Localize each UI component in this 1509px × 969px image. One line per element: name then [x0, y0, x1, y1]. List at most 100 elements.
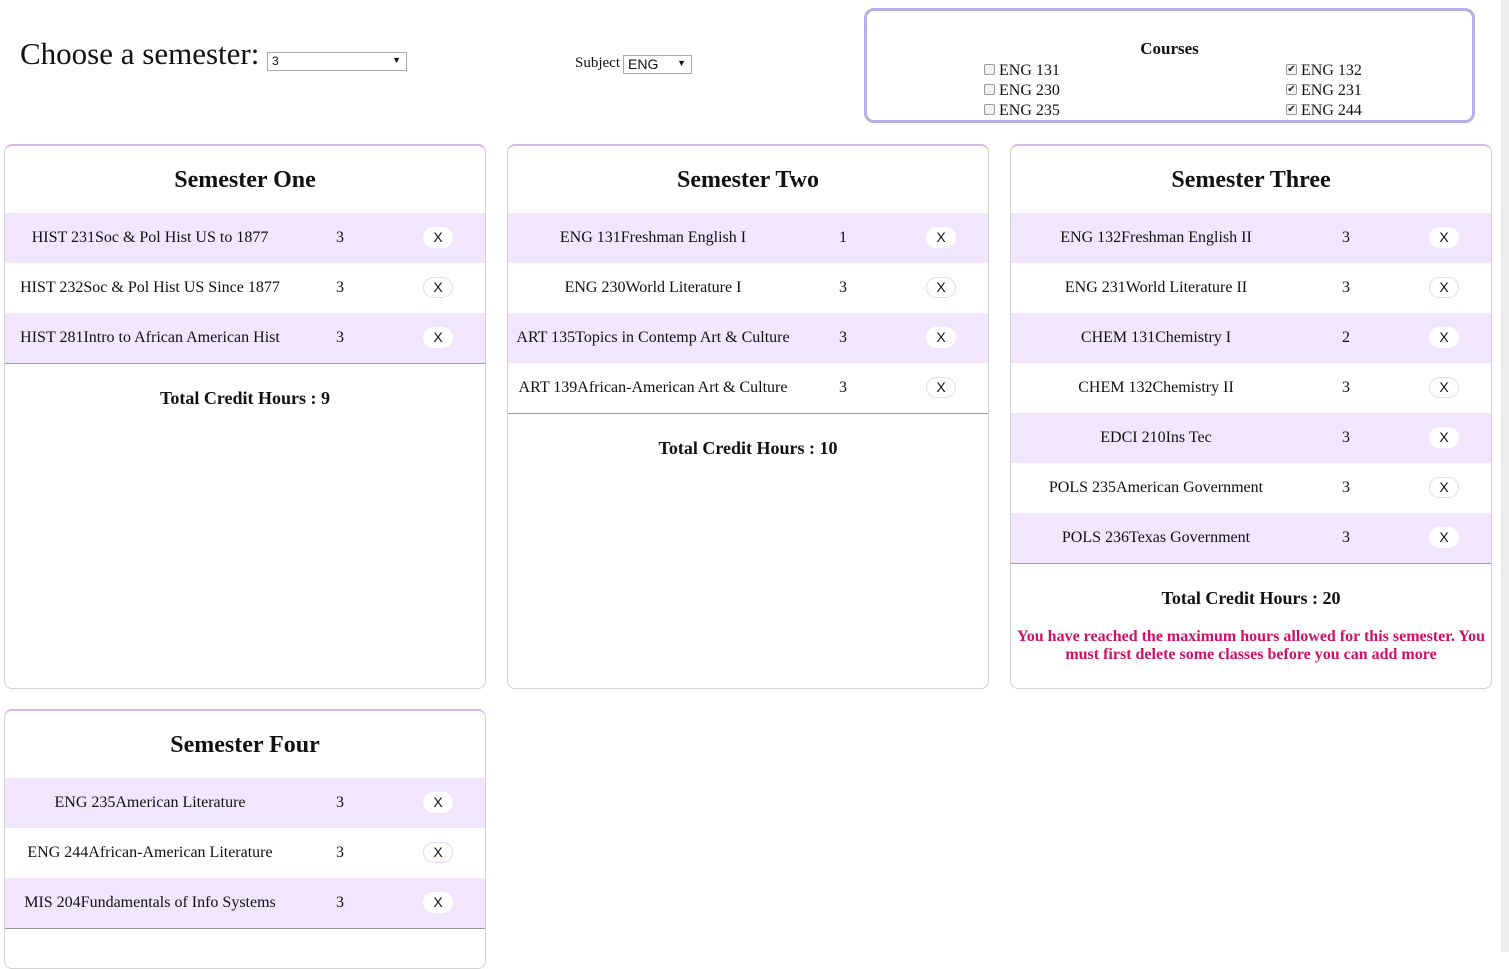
course-credits: 3 [336, 844, 344, 861]
remove-course-button[interactable]: X [1429, 277, 1459, 298]
course-name: ENG 235American Literature [54, 794, 246, 811]
course-credits: 3 [1342, 229, 1350, 246]
course-credits: 3 [1342, 429, 1350, 446]
course-checkbox-eng-230[interactable]: ENG 230 [984, 81, 1060, 101]
course-row: ENG 235American Literature 3 X [5, 778, 485, 828]
course-row: HIST 281Intro to African American Hist 3… [5, 313, 485, 363]
course-name: HIST 231Soc & Pol Hist US to 1877 [31, 229, 269, 246]
course-credits: 3 [839, 379, 847, 396]
course-credits: 3 [336, 329, 344, 346]
course-name: ENG 230World Literature I [564, 279, 742, 296]
course-name: HIST 232Soc & Pol Hist US Since 1877 [20, 279, 280, 296]
course-checkbox-label: ENG 131 [999, 62, 1060, 79]
remove-course-button[interactable]: X [1429, 327, 1459, 348]
semester-title: Semester One [174, 167, 316, 193]
semester-card-two: Semester Two ENG 131Freshman English I 1… [507, 144, 989, 689]
course-name: POLS 236Texas Government [1061, 529, 1251, 546]
checkbox[interactable] [984, 83, 995, 95]
course-credits: 3 [1342, 479, 1350, 496]
remove-course-button[interactable]: X [1429, 477, 1459, 498]
semester-card-four: Semester Four ENG 235American Literature… [4, 709, 486, 969]
total-credit-hours: Total Credit Hours : 9 [159, 388, 330, 408]
remove-course-button[interactable]: X [926, 377, 956, 398]
semester-select[interactable]: 3 ▼ [267, 52, 407, 71]
divider [5, 928, 485, 929]
remove-course-button[interactable]: X [926, 327, 956, 348]
course-name: CHEM 132Chemistry II [1078, 379, 1234, 396]
course-row: EDCI 210Ins Tec 3 X [1011, 413, 1491, 463]
course-credits: 3 [336, 894, 344, 911]
page-title: Choose a semester: [20, 36, 260, 71]
course-row: HIST 232Soc & Pol Hist US Since 1877 3 X [5, 263, 485, 313]
remove-course-button[interactable]: X [1429, 377, 1459, 398]
remove-course-button[interactable]: X [423, 892, 453, 913]
remove-course-button[interactable]: X [423, 792, 453, 813]
checkbox[interactable] [984, 63, 995, 75]
course-name: MIS 204Fundamentals of Info Systems [24, 894, 276, 911]
course-credits: 3 [336, 279, 344, 296]
course-credits: 3 [1342, 529, 1350, 546]
subject-select[interactable]: ENG ▼ [623, 55, 692, 74]
remove-course-button[interactable]: X [423, 277, 453, 298]
course-checkbox-label: ENG 230 [999, 82, 1060, 99]
course-row: HIST 231Soc & Pol Hist US to 1877 3 X [5, 213, 485, 263]
checkbox-checked[interactable]: ✔ [1286, 103, 1297, 115]
semester-title: Semester Four [170, 732, 320, 758]
total-credit-hours: Total Credit Hours : 10 [658, 438, 838, 458]
vertical-scrollbar[interactable] [1501, 0, 1509, 952]
semester-title: Semester Two [677, 167, 819, 193]
semester-card-three: Semester Three ENG 132Freshman English I… [1010, 144, 1492, 689]
semester-card-one: Semester One HIST 231Soc & Pol Hist US t… [4, 144, 486, 689]
checkbox[interactable] [984, 103, 995, 115]
remove-course-button[interactable]: X [1429, 227, 1459, 248]
course-checkbox-eng-244[interactable]: ✔ ENG 244 [1286, 101, 1362, 121]
course-name: POLS 235American Government [1048, 479, 1264, 496]
course-checkbox-eng-235[interactable]: ENG 235 [984, 101, 1060, 121]
course-name: EDCI 210Ins Tec [1100, 429, 1212, 446]
course-row: ENG 230World Literature I 3 X [508, 263, 988, 313]
max-hours-warning: You have reached the maximum hours allow… [1017, 628, 1485, 663]
course-row: MIS 204Fundamentals of Info Systems 3 X [5, 878, 485, 928]
checkbox-checked[interactable]: ✔ [1286, 63, 1297, 75]
course-credits: 3 [336, 794, 344, 811]
course-row: ENG 231World Literature II 3 X [1011, 263, 1491, 313]
course-name: CHEM 131Chemistry I [1080, 329, 1232, 346]
remove-course-button[interactable]: X [926, 227, 956, 248]
course-checkbox-eng-132[interactable]: ✔ ENG 132 [1286, 61, 1362, 81]
chevron-down-icon: ▼ [392, 55, 401, 65]
course-name: ENG 244African-American Literature [27, 844, 273, 861]
course-row: POLS 235American Government 3 X [1011, 463, 1491, 513]
remove-course-button[interactable]: X [423, 327, 453, 348]
course-name: HIST 281Intro to African American Hist [20, 329, 280, 346]
course-name: ENG 131Freshman English I [559, 229, 747, 246]
remove-course-button[interactable]: X [1429, 427, 1459, 448]
remove-course-button[interactable]: X [1429, 527, 1459, 548]
course-checkbox-label: ENG 235 [999, 102, 1060, 119]
course-credits: 1 [839, 229, 847, 246]
course-checkbox-label: ENG 231 [1301, 82, 1362, 99]
course-credits: 3 [839, 329, 847, 346]
course-checkbox-label: ENG 132 [1301, 62, 1362, 79]
remove-course-button[interactable]: X [423, 842, 453, 863]
course-checkbox-eng-131[interactable]: ENG 131 [984, 61, 1060, 81]
course-credits: 3 [336, 229, 344, 246]
semester-title: Semester Three [1171, 167, 1331, 193]
checkbox-checked[interactable]: ✔ [1286, 83, 1297, 95]
remove-course-button[interactable]: X [423, 227, 453, 248]
course-checkbox-eng-231[interactable]: ✔ ENG 231 [1286, 81, 1362, 101]
remove-course-button[interactable]: X [926, 277, 956, 298]
course-name: ART 135Topics in Contemp Art & Culture [516, 329, 790, 346]
course-row: CHEM 132Chemistry II 3 X [1011, 363, 1491, 413]
subject-label: Subject [575, 55, 620, 71]
semester-select-value: 3 [272, 54, 279, 68]
course-row: ART 139African-American Art & Culture 3 … [508, 363, 988, 413]
course-row: ART 135Topics in Contemp Art & Culture 3… [508, 313, 988, 363]
course-name: ENG 231World Literature II [1064, 279, 1248, 296]
subject-select-value: ENG [628, 56, 659, 72]
course-row: ENG 132Freshman English II 3 X [1011, 213, 1491, 263]
course-row: POLS 236Texas Government 3 X [1011, 513, 1491, 563]
chevron-down-icon: ▼ [677, 58, 686, 68]
course-row: ENG 131Freshman English I 1 X [508, 213, 988, 263]
course-credits: 3 [1342, 279, 1350, 296]
courses-title: Courses [1140, 39, 1199, 58]
